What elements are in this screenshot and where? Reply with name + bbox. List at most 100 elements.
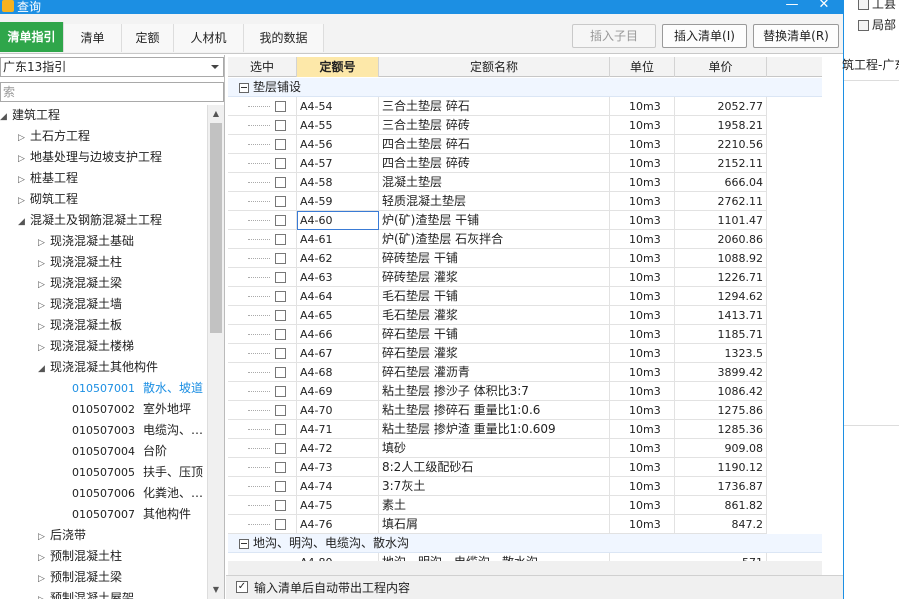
row-checkbox[interactable] (275, 424, 286, 435)
table-row[interactable]: A4-62 碎砖垫层 干铺 10m3 1088.92 (228, 249, 767, 268)
tree-leaf[interactable]: 010507004 台阶 (72, 441, 167, 461)
tree-leaf-selected[interactable]: 010507001 散水、坡道 (72, 378, 203, 398)
row-checkbox[interactable] (275, 405, 286, 416)
col-name[interactable]: 定额名称 (379, 57, 610, 77)
search-input[interactable]: 索 (0, 82, 224, 102)
row-checkbox[interactable] (275, 253, 286, 264)
collapse-icon[interactable] (239, 538, 249, 549)
tree-node[interactable]: ▷预制混凝土屋架 (38, 588, 134, 599)
chevron-down-icon[interactable] (211, 65, 219, 69)
col-code[interactable]: 定额号 (297, 57, 379, 77)
guide-library-select[interactable]: 广东13指引 (0, 57, 224, 77)
row-checkbox[interactable] (275, 443, 286, 454)
table-row[interactable]: A4-57 四合土垫层 碎砖 10m3 2152.11 (228, 154, 767, 173)
table-row[interactable]: A4-55 三合土垫层 碎砖 10m3 1958.21 (228, 116, 767, 135)
table-row[interactable]: A4-69 粘土垫层 掺沙子 体积比3:7 10m3 1086.42 (228, 382, 767, 401)
tree-leaf[interactable]: 010507002 室外地坪 (72, 399, 191, 419)
tree-node[interactable]: ▷ 预制混凝土梁 (38, 567, 122, 587)
tree-node[interactable]: ▷ 土石方工程 (18, 126, 90, 146)
col-select[interactable]: 选中 (228, 57, 297, 77)
tree-node[interactable]: ▷ 后浇带 (38, 525, 86, 545)
tree-node[interactable]: ▷ 现浇混凝土墙 (38, 294, 122, 314)
row-checkbox[interactable] (275, 291, 286, 302)
tree-node[interactable]: ◢ 建筑工程 (0, 105, 60, 125)
tree-leaf[interactable]: 010507006 化粪池、… (72, 483, 203, 503)
row-checkbox[interactable] (275, 101, 286, 112)
tab-list[interactable]: 清单 (64, 24, 122, 52)
table-row[interactable]: A4-64 毛石垫层 干铺 10m3 1294.62 (228, 287, 767, 306)
tab-list-guide[interactable]: 清单指引 (0, 22, 64, 52)
tree-node[interactable]: ◢ 现浇混凝土其他构件 (38, 357, 158, 377)
tree-node[interactable]: ▷ 现浇混凝土柱 (38, 252, 122, 272)
table-row[interactable]: A4-76 填石屑 10m3 847.2 (228, 515, 767, 534)
insert-list-button[interactable]: 插入清单(I) (662, 24, 747, 48)
col-unit[interactable]: 单位 (610, 57, 675, 77)
row-checkbox[interactable] (275, 177, 286, 188)
row-checkbox[interactable] (275, 462, 286, 473)
tree-node[interactable]: ▷ 砌筑工程 (18, 189, 78, 209)
table-row[interactable]: A4-60 炉(矿)渣垫层 干铺 10m3 1101.47 (228, 211, 767, 230)
minimize-button[interactable]: — (782, 0, 802, 13)
tab-labor-material-machine[interactable]: 人材机 (174, 24, 244, 52)
tree-node[interactable]: ▷ 现浇混凝土楼梯 (38, 336, 134, 356)
row-checkbox[interactable] (275, 158, 286, 169)
table-row[interactable]: A4-65 毛石垫层 灌浆 10m3 1413.71 (228, 306, 767, 325)
tree-node[interactable]: ◢ 混凝土及钢筋混凝土工程 (18, 210, 162, 230)
table-row[interactable]: A4-68 碎石垫层 灌沥青 10m3 3899.42 (228, 363, 767, 382)
table-row[interactable]: A4-66 碎石垫层 干铺 10m3 1185.71 (228, 325, 767, 344)
tree-scrollbar[interactable]: ▲ ▼ (207, 105, 224, 599)
row-checkbox[interactable] (275, 139, 286, 150)
row-checkbox[interactable] (275, 234, 286, 245)
row-checkbox[interactable] (275, 310, 286, 321)
table-row[interactable]: A4-75 素土 10m3 861.82 (228, 496, 767, 515)
tab-quota[interactable]: 定额 (122, 24, 174, 52)
row-checkbox[interactable] (275, 272, 286, 283)
tree-leaf[interactable]: 010507007 其他构件 (72, 504, 191, 524)
group-row[interactable]: 地沟、明沟、电缆沟、散水沟 (228, 534, 822, 553)
row-checkbox[interactable] (275, 519, 286, 530)
tree-node[interactable]: ▷ 现浇混凝土梁 (38, 273, 122, 293)
row-checkbox[interactable] (275, 120, 286, 131)
grid-hscrollbar[interactable] (228, 561, 822, 575)
table-row[interactable]: A4-54 三合土垫层 碎石 10m3 2052.77 (228, 97, 767, 116)
table-row[interactable]: A4-56 四合土垫层 碎石 10m3 2210.56 (228, 135, 767, 154)
row-checkbox[interactable] (275, 348, 286, 359)
col-price[interactable]: 单价 (675, 57, 767, 77)
row-checkbox[interactable] (275, 215, 286, 226)
insert-child-button[interactable]: 插入子目 (572, 24, 656, 48)
table-row[interactable]: A4-61 炉(矿)渣垫层 石灰拌合 10m3 2060.86 (228, 230, 767, 249)
replace-list-button[interactable]: 替换清单(R) (753, 24, 839, 48)
auto-content-checkbox[interactable]: ✓ (236, 581, 248, 593)
row-checkbox[interactable] (275, 367, 286, 378)
scrollbar-thumb[interactable] (210, 123, 222, 333)
tree-node[interactable]: ▷ 桩基工程 (18, 168, 78, 188)
row-checkbox[interactable] (275, 481, 286, 492)
tree-node[interactable]: ▷ 地基处理与边坡支护工程 (18, 147, 162, 167)
scroll-down-icon[interactable]: ▼ (208, 583, 224, 597)
close-button[interactable]: ✕ (814, 0, 834, 13)
table-row[interactable]: A4-58 混凝土垫层 10m3 666.04 (228, 173, 767, 192)
table-row[interactable]: A4-72 填砂 10m3 909.08 (228, 439, 767, 458)
table-row[interactable]: A4-80 地沟、明沟、电缆沟、散水沟 571 (228, 553, 767, 561)
collapse-icon[interactable] (239, 82, 249, 93)
tree-node[interactable]: ▷ 现浇混凝土板 (38, 315, 122, 335)
group-row[interactable]: 垫层铺设 (228, 78, 822, 97)
table-row[interactable]: A4-70 粘土垫层 掺碎石 重量比1:0.6 10m3 1275.86 (228, 401, 767, 420)
auto-content-label[interactable]: 输入清单后自动带出工程内容 (254, 579, 410, 596)
table-row[interactable]: A4-74 3:7灰土 10m3 1736.87 (228, 477, 767, 496)
table-row[interactable]: A4-59 轻质混凝土垫层 10m3 2762.11 (228, 192, 767, 211)
tab-my-data[interactable]: 我的数据 (244, 24, 324, 52)
scroll-up-icon[interactable]: ▲ (208, 107, 224, 121)
table-row[interactable]: A4-71 粘土垫层 掺炉渣 重量比1:0.609 10m3 1285.36 (228, 420, 767, 439)
row-checkbox[interactable] (275, 329, 286, 340)
tree-leaf[interactable]: 010507005 扶手、压顶 (72, 462, 203, 482)
table-row[interactable]: A4-73 8:2人工级配砂石 10m3 1190.12 (228, 458, 767, 477)
row-checkbox[interactable] (275, 386, 286, 397)
tree-node[interactable]: ▷ 预制混凝土柱 (38, 546, 122, 566)
row-checkbox[interactable] (275, 500, 286, 511)
tree-leaf[interactable]: 010507003 电缆沟、… (72, 420, 203, 440)
row-checkbox[interactable] (275, 196, 286, 207)
table-row[interactable]: A4-67 碎石垫层 灌浆 10m3 1323.5 (228, 344, 767, 363)
tree-node[interactable]: ▷ 现浇混凝土基础 (38, 231, 134, 251)
table-row[interactable]: A4-63 碎砖垫层 灌浆 10m3 1226.71 (228, 268, 767, 287)
